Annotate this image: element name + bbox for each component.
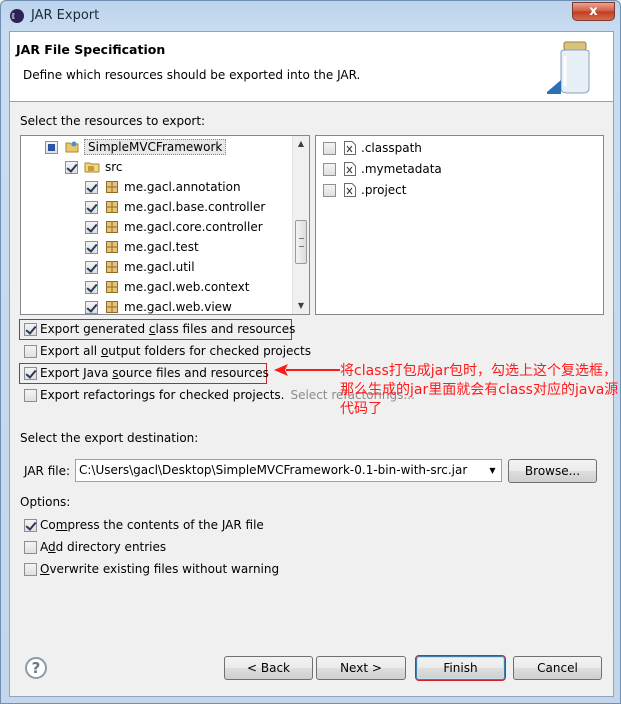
- xml-file-icon: [344, 183, 356, 197]
- title-bar: JAR Export x: [1, 1, 620, 31]
- option-label: Export refactorings for checked projects…: [40, 388, 285, 402]
- tree-item-label: me.gacl.core.controller: [124, 220, 263, 234]
- dialog-client-area: JAR File Specification Define which reso…: [9, 31, 618, 697]
- package-checkbox[interactable]: [85, 200, 98, 214]
- jar-export-window: JAR Export x JAR File Specification Defi…: [0, 0, 621, 704]
- file-checkbox[interactable]: [323, 141, 336, 155]
- overwrite-option[interactable]: Overwrite existing files without warning: [24, 560, 279, 578]
- tree-item-package[interactable]: me.gacl.test: [85, 238, 199, 256]
- browse-button[interactable]: Browse...: [508, 459, 597, 483]
- tree-item-label: me.gacl.web.view: [124, 300, 232, 314]
- compress-checkbox[interactable]: [24, 518, 37, 532]
- directory-entries-checkbox[interactable]: [24, 540, 37, 554]
- tree-item-label: me.gacl.annotation: [124, 180, 241, 194]
- tree-item-package[interactable]: me.gacl.base.controller: [85, 198, 265, 216]
- option-label: Add directory entries: [40, 540, 167, 554]
- package-icon: [106, 221, 118, 233]
- export-java-source-option[interactable]: Export Java source files and resources: [24, 364, 269, 382]
- export-refactorings-checkbox[interactable]: [24, 388, 37, 402]
- package-checkbox[interactable]: [85, 240, 98, 254]
- package-icon: [106, 301, 118, 313]
- tree-item-label: me.gacl.base.controller: [124, 200, 266, 214]
- package-icon: [106, 261, 118, 273]
- file-item-label: .mymetadata: [361, 162, 442, 176]
- src-checkbox[interactable]: [65, 160, 78, 174]
- next-button[interactable]: Next >: [316, 656, 406, 680]
- tree-item-label: me.gacl.test: [124, 240, 199, 254]
- package-checkbox[interactable]: [85, 180, 98, 194]
- jar-file-combo[interactable]: C:\Users\gacl\Desktop\SimpleMVCFramework…: [75, 459, 502, 482]
- tree-scrollbar[interactable]: ▲ ▼: [292, 136, 309, 314]
- package-checkbox[interactable]: [85, 220, 98, 234]
- file-list[interactable]: .classpath .mymetadata .project: [315, 135, 604, 315]
- compress-option[interactable]: Compress the contents of the JAR file: [24, 516, 264, 534]
- file-item-label: .classpath: [361, 141, 422, 155]
- file-checkbox[interactable]: [323, 162, 336, 176]
- tree-item-package[interactable]: me.gacl.util: [85, 258, 195, 276]
- directory-entries-option[interactable]: Add directory entries: [24, 538, 166, 556]
- wizard-header: JAR File Specification Define which reso…: [10, 32, 613, 102]
- package-checkbox[interactable]: [85, 280, 98, 294]
- jar-file-label: JAR file:: [24, 464, 71, 478]
- tree-item-package[interactable]: me.gacl.web.view: [85, 298, 232, 314]
- annotation-note: 将class打包成jar包时，勾选上这个复选框，那么生成的jar里面就会有cla…: [340, 363, 619, 417]
- tree-item-package[interactable]: me.gacl.annotation: [85, 178, 241, 196]
- export-output-folders-checkbox[interactable]: [24, 344, 37, 358]
- overwrite-checkbox[interactable]: [24, 562, 37, 576]
- option-label: Export all output folders for checked pr…: [40, 344, 311, 358]
- chevron-down-icon[interactable]: ▼: [484, 460, 501, 481]
- eclipse-icon: [10, 9, 24, 23]
- cancel-button[interactable]: Cancel: [513, 656, 602, 680]
- export-output-folders-option[interactable]: Export all output folders for checked pr…: [24, 342, 311, 360]
- package-icon: [106, 181, 118, 193]
- page-title: JAR File Specification: [16, 42, 166, 57]
- project-checkbox[interactable]: [45, 140, 58, 154]
- option-label: Overwrite existing files without warning: [40, 562, 280, 576]
- help-icon[interactable]: ?: [25, 657, 47, 679]
- package-checkbox[interactable]: [85, 300, 98, 314]
- tree-item-label: src: [105, 160, 123, 174]
- file-item[interactable]: .project: [323, 181, 406, 199]
- export-class-files-option[interactable]: Export generated class files and resourc…: [24, 320, 295, 338]
- option-label: Compress the contents of the JAR file: [40, 518, 264, 532]
- xml-file-icon: [344, 162, 356, 176]
- source-folder-icon: [84, 162, 100, 173]
- back-button[interactable]: < Back: [224, 656, 313, 680]
- package-checkbox[interactable]: [85, 260, 98, 274]
- scroll-down-arrow-icon[interactable]: ▼: [293, 298, 309, 314]
- destination-label: Select the export destination:: [20, 431, 199, 445]
- tree-item-label: me.gacl.util: [124, 260, 195, 274]
- project-icon: [65, 141, 79, 153]
- jar-icon: [547, 41, 590, 94]
- tree-item-label: me.gacl.web.context: [124, 280, 250, 294]
- option-label: Export generated class files and resourc…: [40, 322, 296, 336]
- options-label: Options:: [20, 495, 71, 509]
- scroll-up-arrow-icon[interactable]: ▲: [293, 136, 309, 152]
- red-arrow-icon: [274, 364, 340, 376]
- package-icon: [106, 281, 118, 293]
- tree-item-src[interactable]: src: [65, 158, 123, 176]
- page-description: Define which resources should be exporte…: [23, 68, 361, 82]
- tree-item-package[interactable]: me.gacl.web.context: [85, 278, 249, 296]
- window-title: JAR Export: [31, 8, 100, 23]
- file-item[interactable]: .mymetadata: [323, 160, 442, 178]
- file-item-label: .project: [361, 183, 407, 197]
- resources-label: Select the resources to export:: [20, 114, 206, 128]
- tree-item-project[interactable]: SimpleMVCFramework: [45, 138, 227, 156]
- xml-file-icon: [344, 141, 356, 155]
- package-icon: [106, 201, 118, 213]
- option-label: Export Java source files and resources: [40, 366, 269, 380]
- jar-file-value: C:\Users\gacl\Desktop\SimpleMVCFramework…: [79, 463, 468, 477]
- export-class-files-checkbox[interactable]: [24, 322, 37, 336]
- package-icon: [106, 241, 118, 253]
- finish-button[interactable]: Finish: [415, 655, 506, 681]
- tree-item-label: SimpleMVCFramework: [84, 139, 227, 155]
- tree-item-package[interactable]: me.gacl.core.controller: [85, 218, 263, 236]
- export-java-source-checkbox[interactable]: [24, 366, 37, 380]
- resource-tree[interactable]: SimpleMVCFramework src me.gacl.annotatio…: [20, 135, 310, 315]
- scrollbar-thumb[interactable]: [295, 220, 307, 264]
- file-item[interactable]: .classpath: [323, 139, 422, 157]
- file-checkbox[interactable]: [323, 183, 336, 197]
- close-button[interactable]: x: [572, 2, 615, 21]
